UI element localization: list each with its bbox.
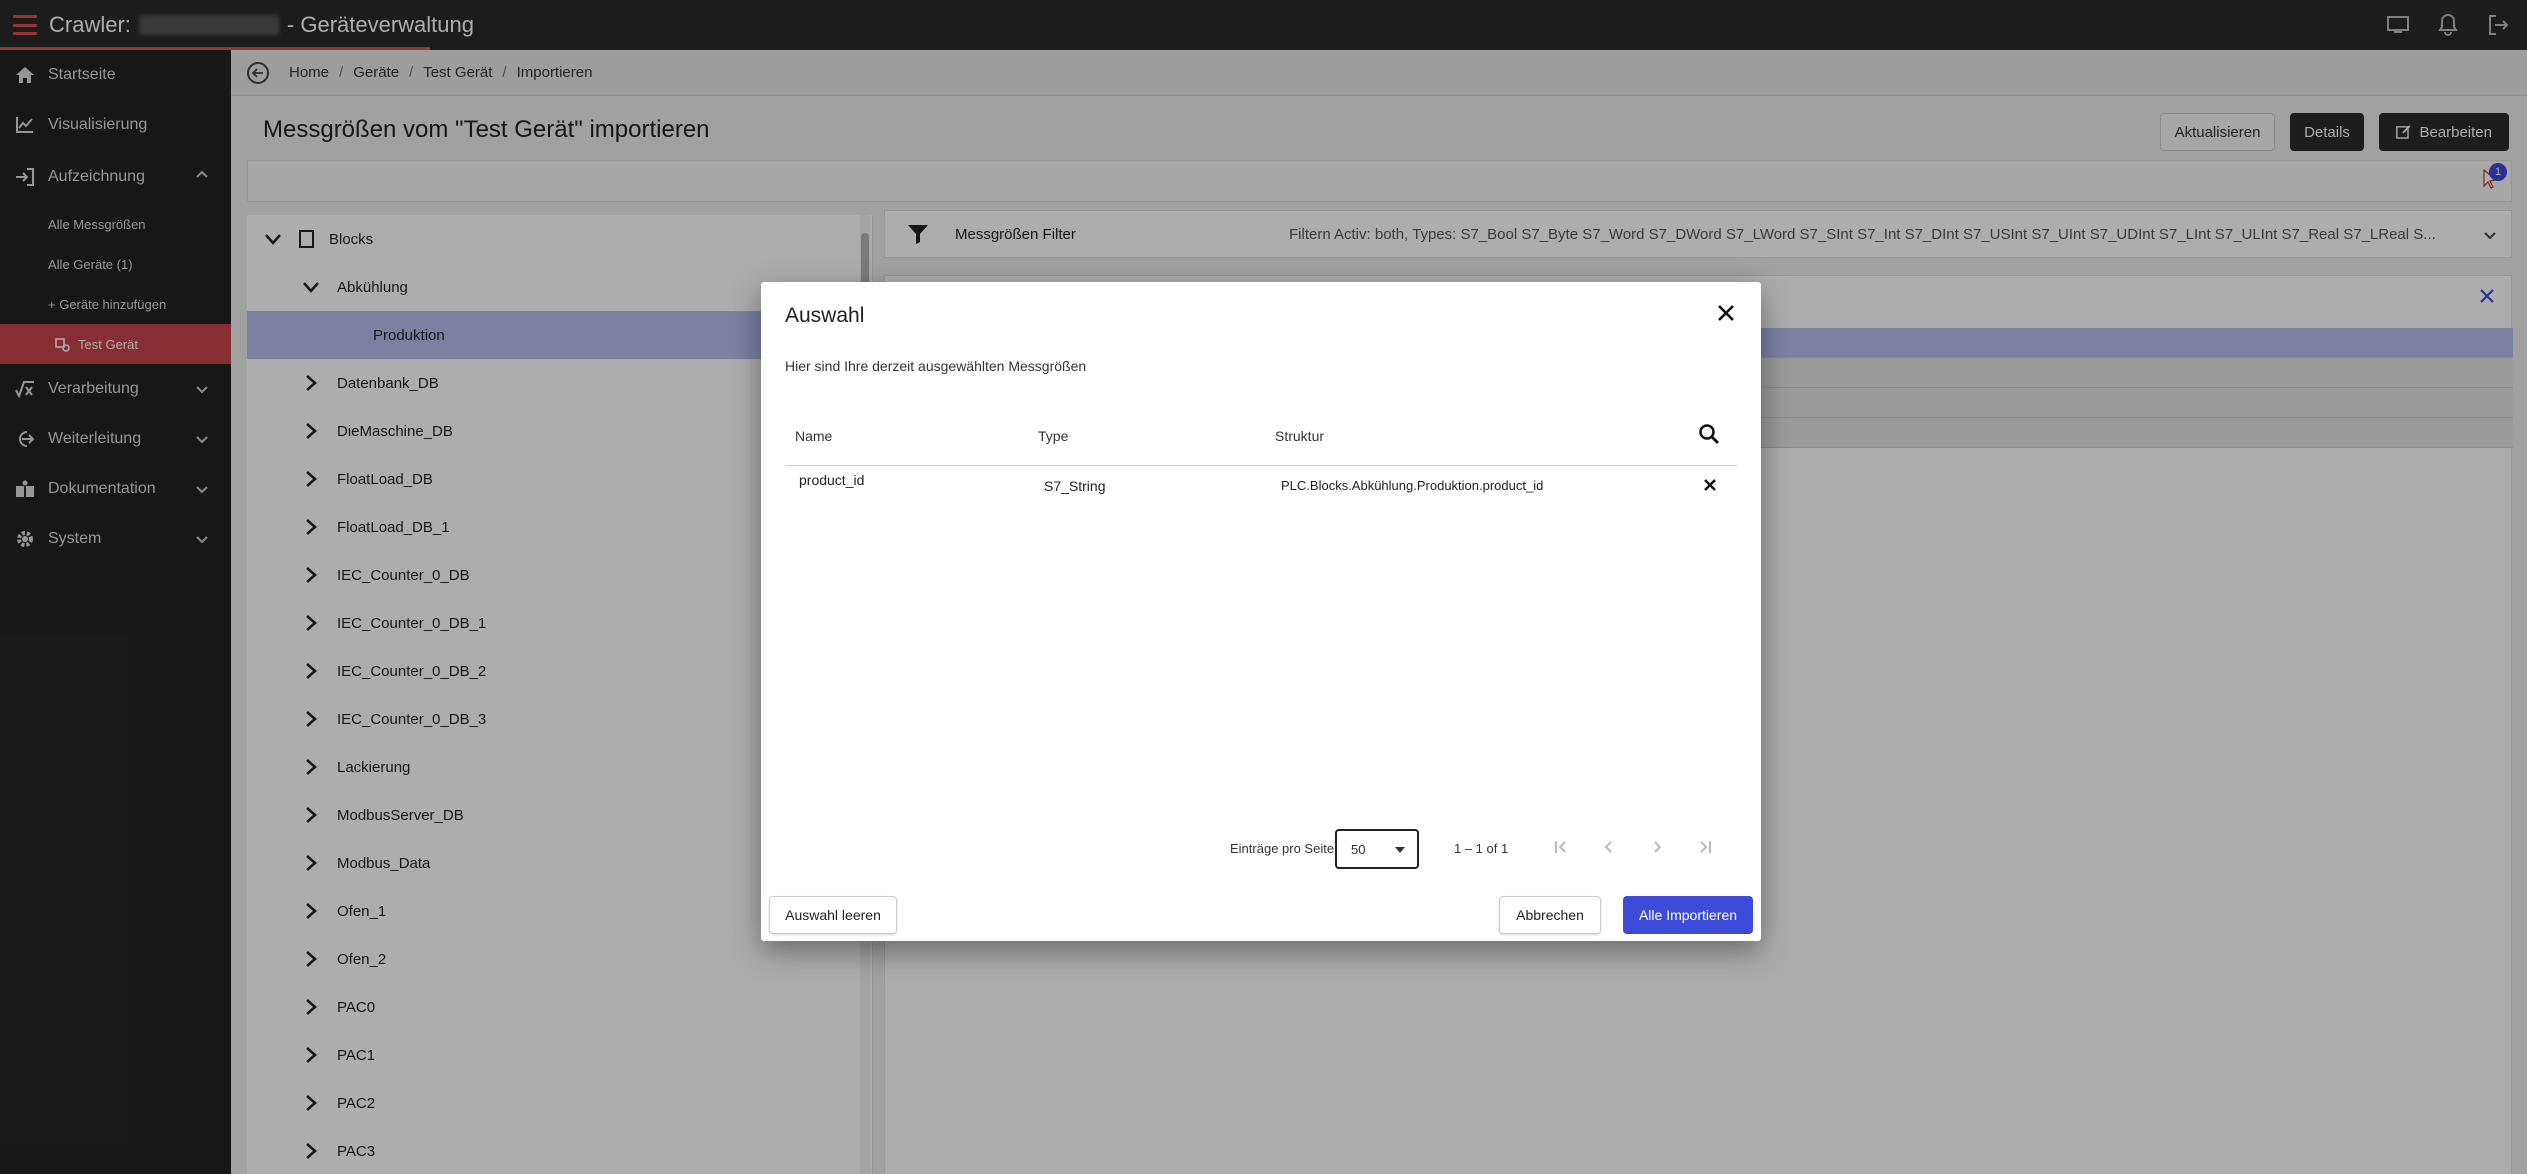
chevron-left-icon	[1604, 841, 1612, 853]
chevron-right-icon	[1654, 841, 1662, 853]
remove-row-icon[interactable]	[1699, 474, 1721, 496]
search-icon[interactable]	[1697, 422, 1721, 446]
first-page-button[interactable]	[1548, 834, 1574, 860]
selection-table: Name Type Struktur product_id S7_String …	[785, 404, 1737, 508]
page-range: 1 – 1 of 1	[1454, 841, 1509, 856]
cell-type: S7_String	[1044, 478, 1106, 494]
last-page-icon	[1700, 841, 1711, 853]
paginator: Einträge pro Seite 50 1 – 1 of 1	[761, 826, 1761, 869]
previous-page-button[interactable]	[1596, 834, 1622, 860]
cancel-button[interactable]: Abbrechen	[1499, 896, 1601, 934]
import-all-button[interactable]: Alle Importieren	[1623, 896, 1753, 934]
dialog-actions: Auswahl leeren Abbrechen Alle Importiere…	[761, 896, 1761, 936]
page-size-select[interactable]: 50	[1335, 829, 1419, 869]
cell-name: product_id	[799, 472, 865, 488]
column-header-name[interactable]: Name	[795, 428, 832, 444]
next-page-button[interactable]	[1644, 834, 1670, 860]
first-page-icon	[1555, 841, 1566, 853]
cell-structure: PLC.Blocks.Abkühlung.Produktion.product_…	[1281, 478, 1544, 493]
dialog-close-button[interactable]	[1711, 298, 1741, 328]
table-header: Name Type Struktur	[785, 404, 1737, 466]
last-page-button[interactable]	[1692, 834, 1718, 860]
dialog-description: Hier sind Ihre derzeit ausgewählten Mess…	[785, 358, 1087, 374]
page-size-value: 50	[1351, 841, 1366, 857]
dialog-title: Auswahl	[785, 304, 865, 327]
close-icon	[1718, 305, 1734, 321]
clear-selection-button[interactable]: Auswahl leeren	[769, 896, 897, 934]
column-header-structure[interactable]: Struktur	[1275, 428, 1324, 444]
page-size-label: Einträge pro Seite	[1230, 841, 1335, 856]
dropdown-caret-icon	[1395, 847, 1405, 853]
selection-dialog: Auswahl Hier sind Ihre derzeit ausgewähl…	[761, 282, 1761, 941]
table-row: product_id S7_String PLC.Blocks.Abkühlun…	[785, 466, 1737, 508]
column-header-type[interactable]: Type	[1038, 428, 1068, 444]
